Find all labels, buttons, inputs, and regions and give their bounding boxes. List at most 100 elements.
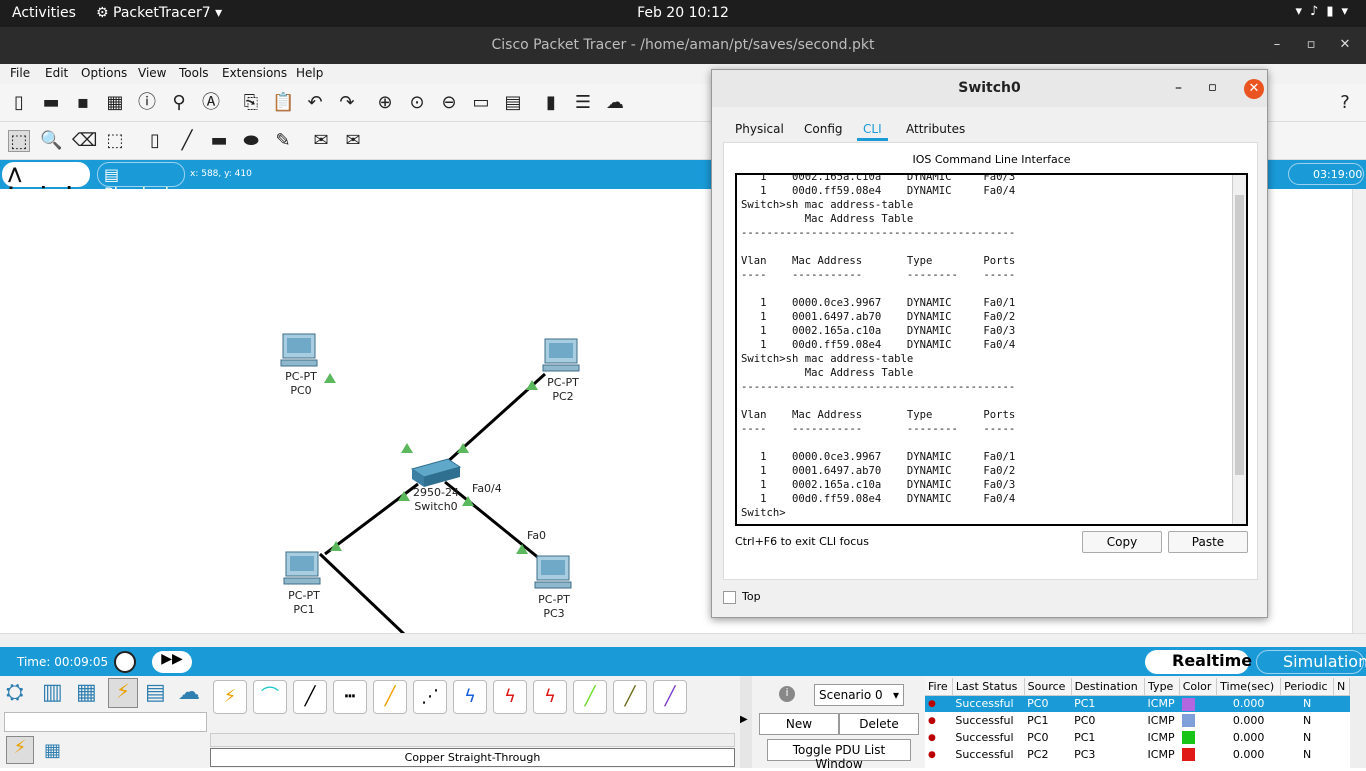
simulation-mode-button[interactable]: Simulation [1256, 650, 1366, 674]
auto-connection-icon[interactable]: ⚡ [213, 680, 247, 714]
fiber-icon[interactable]: ╱ [373, 680, 407, 714]
serial-dce-icon[interactable]: ϟ [493, 680, 527, 714]
connections-icon[interactable]: ⚡ [108, 678, 138, 708]
zoom-reset-icon[interactable]: ⊙ [406, 92, 428, 114]
misc-icon[interactable]: ▤ [145, 680, 166, 705]
paste-icon[interactable]: 📋 [272, 92, 294, 114]
info-icon[interactable]: ⓘ [136, 92, 158, 114]
pdu-row[interactable]: ● Successful PC2 PC3 ICMP 0.000 N [925, 746, 1350, 763]
network-devices-icon[interactable]: ⛭ [6, 680, 24, 705]
cli-scrollbar[interactable] [1232, 175, 1246, 524]
phone-cable-icon[interactable]: ⋰ [413, 680, 447, 714]
fast-forward-icon[interactable]: ▶▶ [152, 651, 192, 673]
delete-icon[interactable]: ⌫ [72, 130, 97, 152]
canvas-vertical-scrollbar[interactable] [1352, 189, 1366, 633]
paste-button[interactable]: Paste [1168, 531, 1248, 553]
pc-icon[interactable] [534, 555, 572, 589]
end-devices-icon[interactable]: ▥ [42, 680, 63, 705]
scenario-info-icon[interactable]: i [779, 686, 795, 702]
serial-dte-icon[interactable]: ϟ [533, 680, 567, 714]
new-scenario-button[interactable]: New [759, 713, 839, 735]
menu-extensions[interactable]: Extensions [222, 66, 287, 80]
freeform-icon[interactable]: ✎ [272, 130, 294, 152]
pdu-column-header[interactable]: Color [1179, 678, 1218, 696]
network-wizard-icon[interactable]: ⚲ [168, 92, 190, 114]
dialog-maximize-icon[interactable]: ▫ [1208, 80, 1217, 95]
pdu-column-header[interactable]: Time(sec) [1216, 678, 1282, 696]
pc-icon[interactable] [283, 551, 321, 585]
checkbox-box[interactable] [723, 590, 736, 604]
usb-cable-icon[interactable]: ╱ [653, 680, 687, 714]
tab-physical[interactable]: Physical [735, 122, 784, 136]
dialog-minimize-icon[interactable]: – [1175, 80, 1182, 96]
components-icon[interactable]: ▦ [76, 680, 97, 705]
line-icon[interactable]: ╱ [176, 130, 198, 152]
system-tray[interactable]: ▾♪▮▾ [1295, 4, 1356, 19]
copy-button[interactable]: Copy [1082, 531, 1162, 553]
activity-wizard-icon[interactable]: Ⓐ [200, 92, 222, 114]
drawing-palette-icon[interactable]: ▭ [470, 92, 492, 114]
zoom-out-icon[interactable]: ⊖ [438, 92, 460, 114]
pdu-row[interactable]: ● Successful PC1 PC0 ICMP 0.000 N [925, 712, 1350, 729]
undo-icon[interactable]: ↶ [304, 92, 326, 114]
open-folder-icon[interactable]: ▬ [40, 92, 62, 114]
copper-cross-over-icon[interactable]: ┅ [333, 680, 367, 714]
minimize-icon[interactable]: – [1268, 37, 1286, 52]
menu-options[interactable]: Options [81, 66, 127, 80]
power-cycle-icon[interactable] [114, 651, 136, 673]
pdu-scrollbar[interactable] [1350, 678, 1366, 768]
device-search-input[interactable] [4, 712, 207, 732]
maximize-icon[interactable]: ▫ [1302, 37, 1320, 52]
zoom-in-icon[interactable]: ⊕ [374, 92, 396, 114]
link-pc0-switch[interactable] [318, 552, 425, 633]
pdu-row[interactable]: ● Successful PC0 PC1 ICMP 0.000 N [925, 695, 1350, 712]
pdu-column-header[interactable]: Fire [925, 678, 953, 696]
save-icon[interactable]: ▪ [72, 92, 94, 114]
workspace-timer[interactable]: 03:19:00 [1288, 163, 1364, 185]
pc-icon[interactable] [542, 338, 580, 372]
iot-custom-cable-icon[interactable]: ╱ [613, 680, 647, 714]
close-icon[interactable]: ✕ [1336, 37, 1354, 52]
rectangle-icon[interactable]: ▬ [208, 130, 230, 152]
pdu-column-header[interactable]: Last Status [952, 678, 1025, 696]
simple-pdu-icon[interactable]: ✉ [310, 130, 332, 152]
complex-pdu-icon[interactable]: ✉ [342, 130, 364, 152]
menu-help[interactable]: Help [296, 66, 323, 80]
panel-expand-icon[interactable]: ▶ [740, 676, 752, 768]
menu-edit[interactable]: Edit [45, 66, 68, 80]
pdu-column-header[interactable]: Periodic [1280, 678, 1334, 696]
physical-tab[interactable]: ▤ Physical [97, 162, 185, 203]
coaxial-icon[interactable]: ϟ [453, 680, 487, 714]
pdu-column-header[interactable]: Type [1144, 678, 1180, 696]
menu-view[interactable]: View [138, 66, 166, 80]
cli-scroll-thumb[interactable] [1235, 195, 1244, 475]
delete-scenario-button[interactable]: Delete [839, 713, 919, 735]
canvas-horizontal-scrollbar[interactable] [0, 633, 1366, 647]
ellipse-icon[interactable]: ⬬ [240, 130, 262, 152]
copper-straight-through-icon[interactable]: ╱ [293, 680, 327, 714]
cloud-icon[interactable]: ☁ [604, 92, 626, 114]
scenario-select[interactable]: Scenario 0 ▾ [814, 684, 904, 706]
realtime-mode-button[interactable]: Realtime [1145, 650, 1252, 674]
pdu-column-header[interactable]: N [1333, 678, 1351, 696]
octal-cable-icon[interactable]: ╱ [573, 680, 607, 714]
pdu-row[interactable]: ● Successful PC0 PC1 ICMP 0.000 N [925, 729, 1350, 746]
tab-cli[interactable]: CLI [857, 122, 888, 141]
top-checkbox[interactable]: Top [723, 590, 761, 604]
copy-icon[interactable]: ⎘ [240, 92, 262, 114]
help-icon[interactable]: ? [1334, 92, 1356, 114]
print-icon[interactable]: ▦ [104, 92, 126, 114]
logical-tab[interactable]: ⋀ Logical [2, 162, 90, 202]
switch-icon[interactable] [410, 458, 462, 487]
console-cable-icon[interactable]: ⌒ [253, 680, 287, 714]
cluster-icon[interactable]: ☰ [572, 92, 594, 114]
multiuser-icon[interactable]: ☁ [178, 680, 200, 705]
inspect-icon[interactable]: 🔍 [40, 130, 62, 152]
new-file-icon[interactable]: ▯ [8, 92, 30, 114]
custom-device-icon[interactable]: ▤ [502, 92, 524, 114]
cable-scrollbar[interactable] [210, 733, 735, 747]
pdu-column-header[interactable]: Source [1024, 678, 1072, 696]
select-icon[interactable]: ⬚ [8, 130, 30, 152]
resize-icon[interactable]: ⬚ [104, 130, 126, 152]
pc-icon[interactable] [280, 333, 318, 367]
